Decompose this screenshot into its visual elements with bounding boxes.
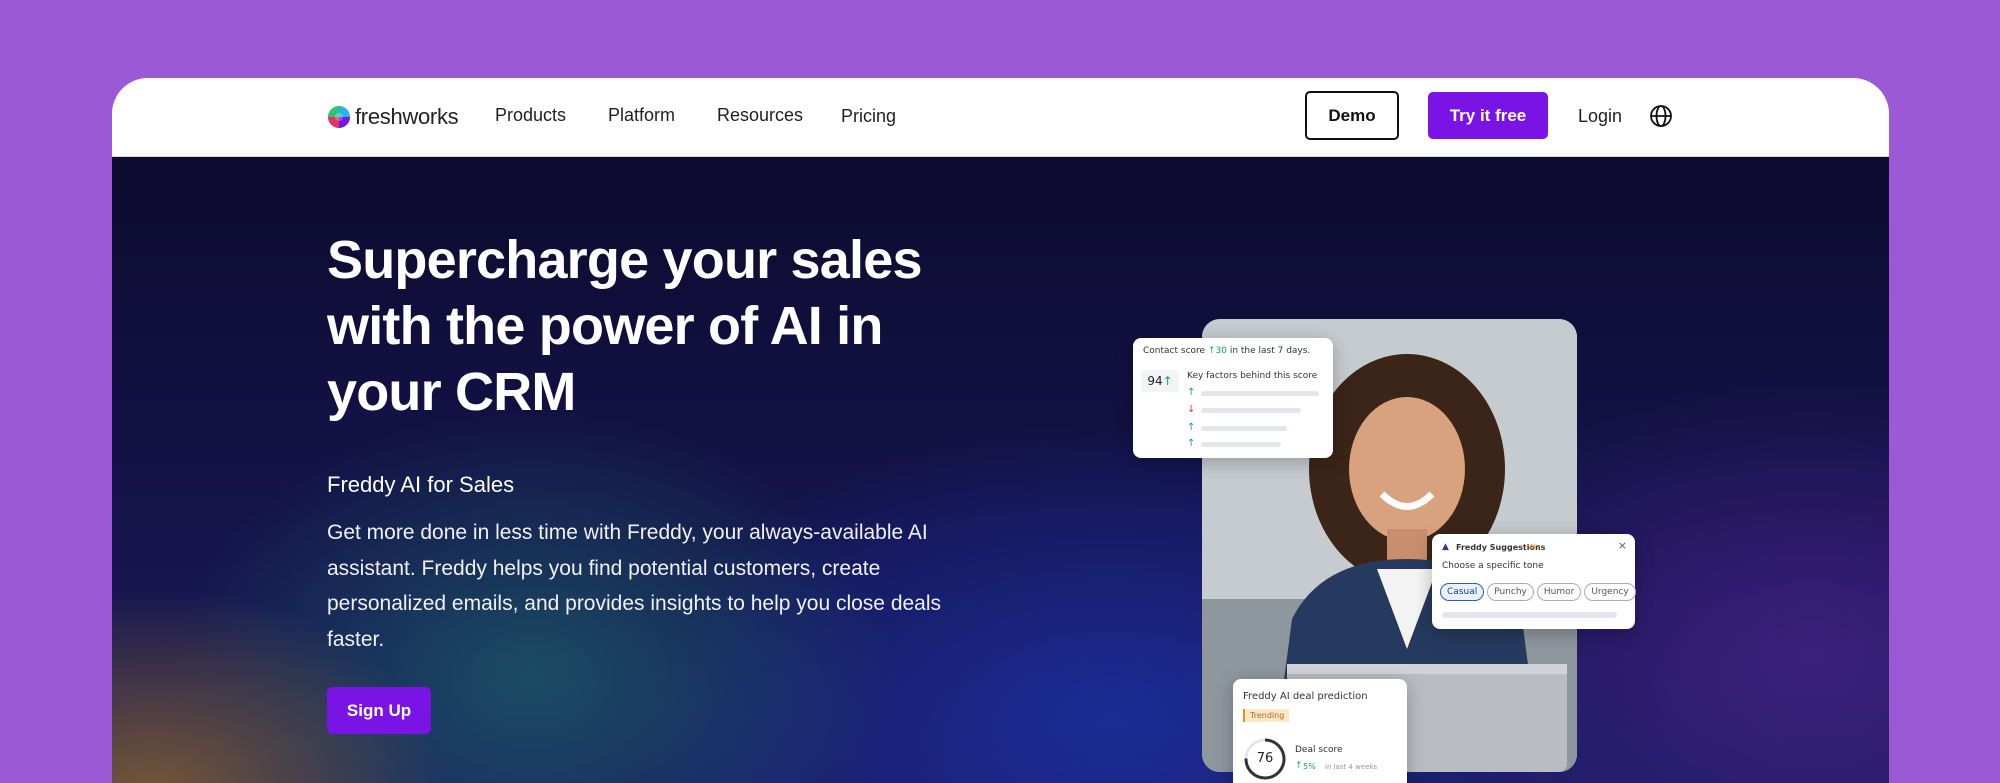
browser-frame: freshworks Products Platform Resources P…: [112, 78, 1889, 783]
top-navigation: freshworks Products Platform Resources P…: [112, 78, 1889, 157]
close-icon[interactable]: ×: [1618, 539, 1627, 552]
try-it-free-button[interactable]: Try it free: [1428, 92, 1548, 139]
deal-card-title: Freddy AI deal prediction: [1243, 691, 1368, 702]
chip-humor[interactable]: Humor: [1536, 583, 1582, 601]
nav-link-products[interactable]: Products: [495, 105, 566, 126]
factor-bar: [1201, 442, 1281, 447]
nav-link-resources[interactable]: Resources: [717, 105, 803, 126]
trending-tag: Trending: [1243, 709, 1290, 722]
factor-bar: [1201, 408, 1301, 413]
login-link[interactable]: Login: [1578, 106, 1622, 127]
suggestions-badge: Wiz: [1528, 543, 1541, 551]
nav-link-platform[interactable]: Platform: [608, 105, 675, 126]
factor-bar: [1201, 426, 1287, 431]
hero-subtitle: Freddy AI for Sales: [327, 472, 515, 497]
factor-bar: [1201, 391, 1319, 396]
chip-casual[interactable]: Casual: [1440, 583, 1485, 601]
arrow-up-icon: ↑: [1187, 438, 1196, 449]
chip-punchy[interactable]: Punchy: [1487, 583, 1534, 601]
deal-score-delta-suffix: in last 4 weeks: [1325, 763, 1378, 771]
globe-icon[interactable]: [1649, 104, 1673, 128]
deal-score-value: 76: [1256, 751, 1274, 766]
hero-description: Get more done in less time with Freddy, …: [327, 521, 942, 651]
tone-chips: Casual Punchy Humor Urgency: [1440, 579, 1639, 601]
nav-link-pricing[interactable]: Pricing: [841, 106, 896, 127]
demo-button[interactable]: Demo: [1305, 91, 1399, 140]
logo-text: freshworks: [355, 104, 459, 129]
freshworks-logo[interactable]: freshworks: [327, 102, 459, 132]
arrow-up-icon: ↑: [1187, 387, 1196, 398]
contact-score-delta: 30: [1215, 346, 1227, 356]
arrow-up-icon: ↑: [1162, 374, 1173, 388]
arrow-up-icon: ↑: [1295, 761, 1303, 771]
hero-title: Supercharge your sales with the power of…: [327, 230, 922, 422]
freddy-suggestions-card: ▲ Freddy Suggestions Wiz × Choose a spec…: [1432, 534, 1636, 629]
arrow-up-icon: ↑: [1187, 422, 1196, 433]
deal-score-label: Deal score: [1295, 745, 1343, 755]
arrow-down-icon: ↓: [1187, 404, 1196, 415]
freddy-icon: ▲: [1442, 542, 1449, 552]
key-factors-title: Key factors behind this score: [1187, 371, 1318, 381]
sign-up-button[interactable]: Sign Up: [327, 687, 431, 734]
deal-prediction-card: Freddy AI deal prediction Trending 76 De…: [1233, 679, 1407, 783]
contact-score-card: Contact score ↑ 30 in the last 7 days. 94…: [1133, 338, 1333, 458]
contact-score-value: 94 ↑: [1141, 370, 1179, 392]
contact-score-delta-suffix: in the last 7 days.: [1229, 346, 1311, 356]
freshworks-logo-icon: [328, 106, 350, 128]
contact-score-number: 94: [1147, 374, 1163, 388]
contact-score-title: Contact score: [1143, 346, 1206, 356]
placeholder-bar: [1442, 612, 1617, 618]
hero-section: Supercharge your sales with the power of…: [112, 157, 1889, 783]
chip-urgency[interactable]: Urgency: [1584, 583, 1636, 601]
deal-score-delta: 5%: [1303, 762, 1316, 771]
tone-prompt: Choose a specific tone: [1442, 561, 1544, 571]
